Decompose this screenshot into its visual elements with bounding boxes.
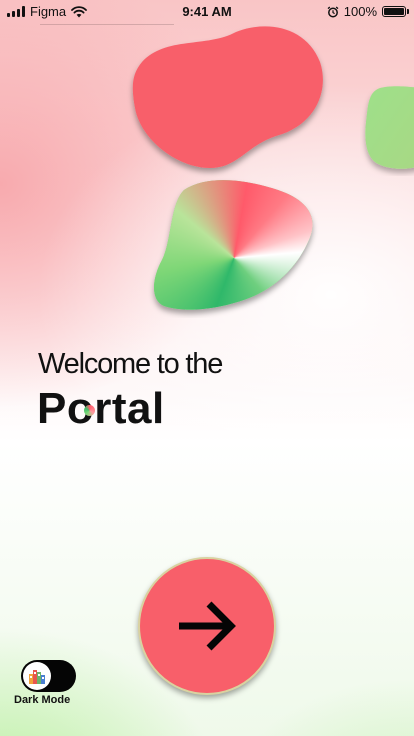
status-right: 100% — [327, 4, 409, 19]
alarm-icon — [327, 6, 339, 17]
next-button[interactable] — [138, 557, 276, 695]
dark-mode-toggle[interactable] — [21, 660, 76, 692]
welcome-screen: Figma 9:41 AM 100% Welcome to the Portal… — [0, 0, 414, 736]
signal-icon — [7, 6, 25, 17]
battery-fill — [384, 8, 404, 15]
toggle-knob — [23, 662, 51, 690]
status-left: Figma — [7, 4, 88, 19]
wifi-icon — [71, 5, 88, 17]
gradient-blob-shape — [154, 180, 313, 310]
arrow-right-icon — [179, 601, 236, 651]
green-blob-shape — [365, 86, 414, 169]
battery-percent: 100% — [343, 4, 377, 19]
title-accent-dot — [84, 405, 95, 416]
battery-icon — [382, 6, 409, 17]
red-blob-shape — [132, 26, 323, 168]
welcome-text: Welcome to the — [38, 348, 223, 380]
city-icon — [29, 670, 45, 684]
page-title: Portal — [37, 384, 165, 433]
carrier-name: Figma — [30, 4, 67, 19]
dark-mode-label: Dark Mode — [14, 694, 71, 706]
